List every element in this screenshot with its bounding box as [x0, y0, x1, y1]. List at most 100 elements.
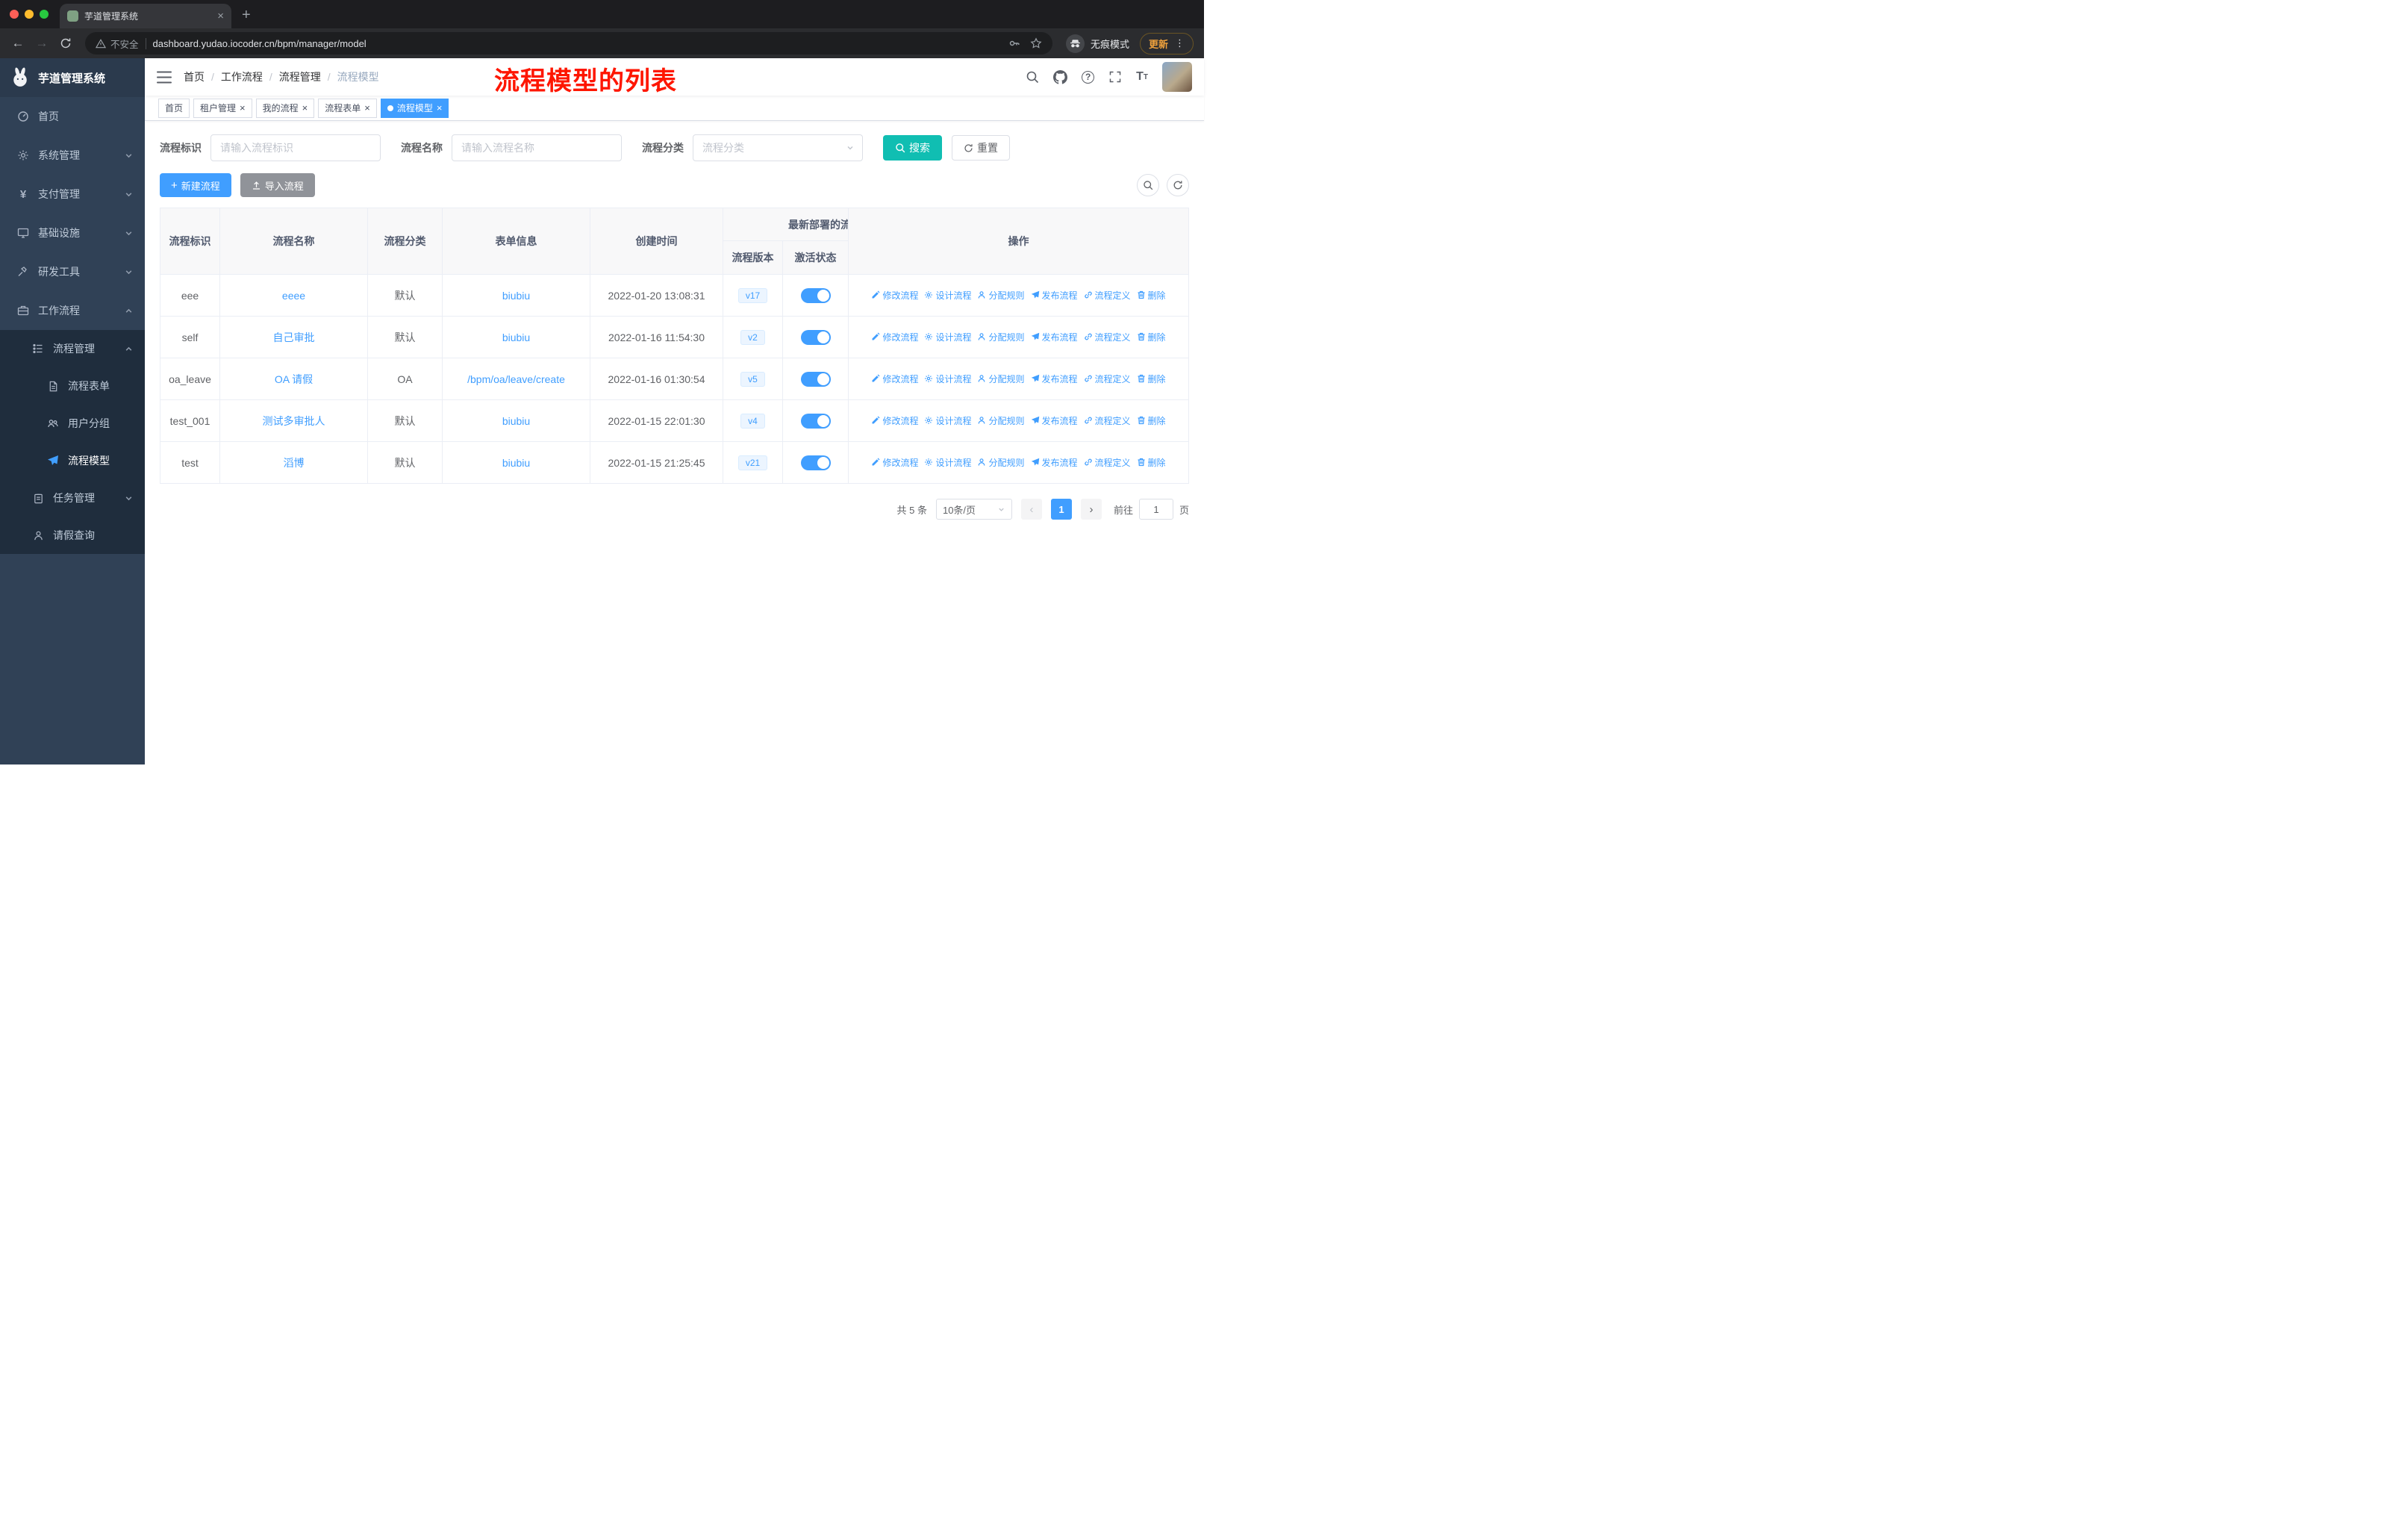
incognito-indicator[interactable]: 无痕模式: [1065, 34, 1129, 53]
row-action-design[interactable]: 设计流程: [924, 456, 971, 469]
cell-process-name-link[interactable]: 测试多审批人: [219, 399, 368, 442]
version-badge[interactable]: v4: [740, 413, 765, 429]
tag-home[interactable]: 首页: [158, 98, 190, 118]
row-action-design[interactable]: 设计流程: [924, 373, 971, 385]
process-key-input[interactable]: [210, 134, 381, 161]
next-page-button[interactable]: ›: [1080, 499, 1102, 520]
row-action-publish[interactable]: 发布流程: [1031, 331, 1078, 343]
active-status-toggle[interactable]: [800, 413, 831, 429]
prev-page-button[interactable]: ‹: [1020, 499, 1042, 520]
sidebar-item-devtools[interactable]: 研发工具: [0, 252, 145, 291]
font-size-icon[interactable]: TT: [1136, 70, 1148, 84]
breadcrumb-item-workflow[interactable]: 工作流程: [221, 69, 263, 84]
close-icon[interactable]: ×: [437, 103, 443, 113]
active-status-toggle[interactable]: [800, 329, 831, 345]
github-icon[interactable]: [1053, 69, 1068, 84]
hamburger-icon[interactable]: [157, 71, 172, 84]
cell-form-link[interactable]: biubiu: [442, 441, 590, 484]
version-badge[interactable]: v5: [740, 371, 765, 387]
zoom-window-button[interactable]: [40, 10, 49, 19]
reset-button[interactable]: 重置: [952, 135, 1010, 161]
sidebar-item-process-management[interactable]: 流程管理: [0, 330, 145, 367]
active-status-toggle[interactable]: [800, 455, 831, 470]
sidebar-item-workflow[interactable]: 工作流程: [0, 291, 145, 330]
update-chip[interactable]: 更新 ⋮: [1139, 32, 1194, 55]
import-process-button[interactable]: 导入流程: [240, 173, 315, 197]
close-icon[interactable]: ×: [240, 103, 246, 113]
current-page-button[interactable]: 1: [1050, 499, 1072, 520]
breadcrumb-item-process-management[interactable]: 流程管理: [279, 69, 321, 84]
sidebar-item-process-form[interactable]: 流程表单: [0, 367, 145, 405]
cell-process-name-link[interactable]: eeee: [219, 274, 368, 317]
row-action-edit[interactable]: 修改流程: [871, 331, 918, 343]
tag-tenant[interactable]: 租户管理 ×: [193, 98, 252, 118]
sidebar-item-home[interactable]: 首页: [0, 97, 145, 136]
app-logo[interactable]: 芋道管理系统: [0, 58, 145, 97]
row-action-design[interactable]: 设计流程: [924, 331, 971, 343]
row-action-design[interactable]: 设计流程: [924, 414, 971, 427]
row-action-definition[interactable]: 流程定义: [1084, 456, 1131, 469]
create-process-button[interactable]: + 新建流程: [160, 173, 231, 197]
active-status-toggle[interactable]: [800, 287, 831, 303]
sidebar-item-system[interactable]: 系统管理: [0, 136, 145, 175]
row-action-publish[interactable]: 发布流程: [1031, 456, 1078, 469]
row-action-design[interactable]: 设计流程: [924, 289, 971, 302]
cell-form-link[interactable]: /bpm/oa/leave/create: [442, 358, 590, 400]
kebab-menu-icon[interactable]: ⋮: [1175, 38, 1185, 47]
sidebar-item-payment[interactable]: ¥ 支付管理: [0, 175, 145, 214]
row-action-assign[interactable]: 分配规则: [977, 289, 1025, 302]
minimize-window-button[interactable]: [25, 10, 34, 19]
tab-close-icon[interactable]: ×: [217, 10, 224, 22]
cell-form-link[interactable]: biubiu: [442, 399, 590, 442]
row-action-edit[interactable]: 修改流程: [871, 373, 918, 385]
sidebar-item-leave-query[interactable]: 请假查询: [0, 517, 145, 554]
row-action-delete[interactable]: 删除: [1137, 331, 1166, 343]
row-action-assign[interactable]: 分配规则: [977, 331, 1025, 343]
star-icon[interactable]: [1030, 37, 1042, 49]
sidebar-item-infrastructure[interactable]: 基础设施: [0, 214, 145, 252]
version-badge[interactable]: v21: [737, 455, 768, 470]
row-action-edit[interactable]: 修改流程: [871, 456, 918, 469]
row-action-definition[interactable]: 流程定义: [1084, 289, 1131, 302]
address-bar[interactable]: 不安全 dashboard.yudao.iocoder.cn/bpm/manag…: [85, 32, 1052, 55]
version-badge[interactable]: v2: [740, 329, 765, 345]
search-button[interactable]: 搜索: [883, 135, 942, 161]
row-action-assign[interactable]: 分配规则: [977, 414, 1025, 427]
process-name-input[interactable]: [452, 134, 622, 161]
tag-process-form[interactable]: 流程表单 ×: [318, 98, 377, 118]
row-action-delete[interactable]: 删除: [1137, 456, 1166, 469]
row-action-definition[interactable]: 流程定义: [1084, 414, 1131, 427]
key-icon[interactable]: [1008, 37, 1020, 49]
search-circle-icon[interactable]: [1137, 174, 1159, 196]
row-action-definition[interactable]: 流程定义: [1084, 331, 1131, 343]
goto-page-input[interactable]: [1138, 499, 1173, 520]
fullscreen-icon[interactable]: [1108, 70, 1122, 84]
user-avatar[interactable]: [1162, 62, 1192, 92]
row-action-delete[interactable]: 删除: [1137, 414, 1166, 427]
tag-process-model[interactable]: 流程模型 ×: [380, 98, 449, 118]
back-button[interactable]: ←: [7, 33, 28, 54]
close-icon[interactable]: ×: [364, 103, 370, 113]
row-action-edit[interactable]: 修改流程: [871, 289, 918, 302]
row-action-publish[interactable]: 发布流程: [1031, 289, 1078, 302]
row-action-delete[interactable]: 删除: [1137, 289, 1166, 302]
row-action-assign[interactable]: 分配规则: [977, 456, 1025, 469]
browser-tab[interactable]: 芋道管理系统 ×: [60, 4, 231, 28]
version-badge[interactable]: v17: [737, 287, 768, 303]
row-action-definition[interactable]: 流程定义: [1084, 373, 1131, 385]
refresh-circle-icon[interactable]: [1167, 174, 1189, 196]
close-window-button[interactable]: [10, 10, 19, 19]
security-indicator[interactable]: 不安全: [96, 37, 139, 51]
search-icon[interactable]: [1026, 70, 1039, 84]
row-action-assign[interactable]: 分配规则: [977, 373, 1025, 385]
sidebar-item-task-management[interactable]: 任务管理: [0, 479, 145, 517]
close-icon[interactable]: ×: [302, 103, 308, 113]
sidebar-item-process-model[interactable]: 流程模型: [0, 442, 145, 479]
row-action-edit[interactable]: 修改流程: [871, 414, 918, 427]
cell-form-link[interactable]: biubiu: [442, 316, 590, 358]
forward-button[interactable]: →: [31, 33, 52, 54]
row-action-publish[interactable]: 发布流程: [1031, 373, 1078, 385]
tag-my-process[interactable]: 我的流程 ×: [255, 98, 315, 118]
cell-process-name-link[interactable]: 滔博: [219, 441, 368, 484]
help-icon[interactable]: ?: [1082, 70, 1095, 84]
